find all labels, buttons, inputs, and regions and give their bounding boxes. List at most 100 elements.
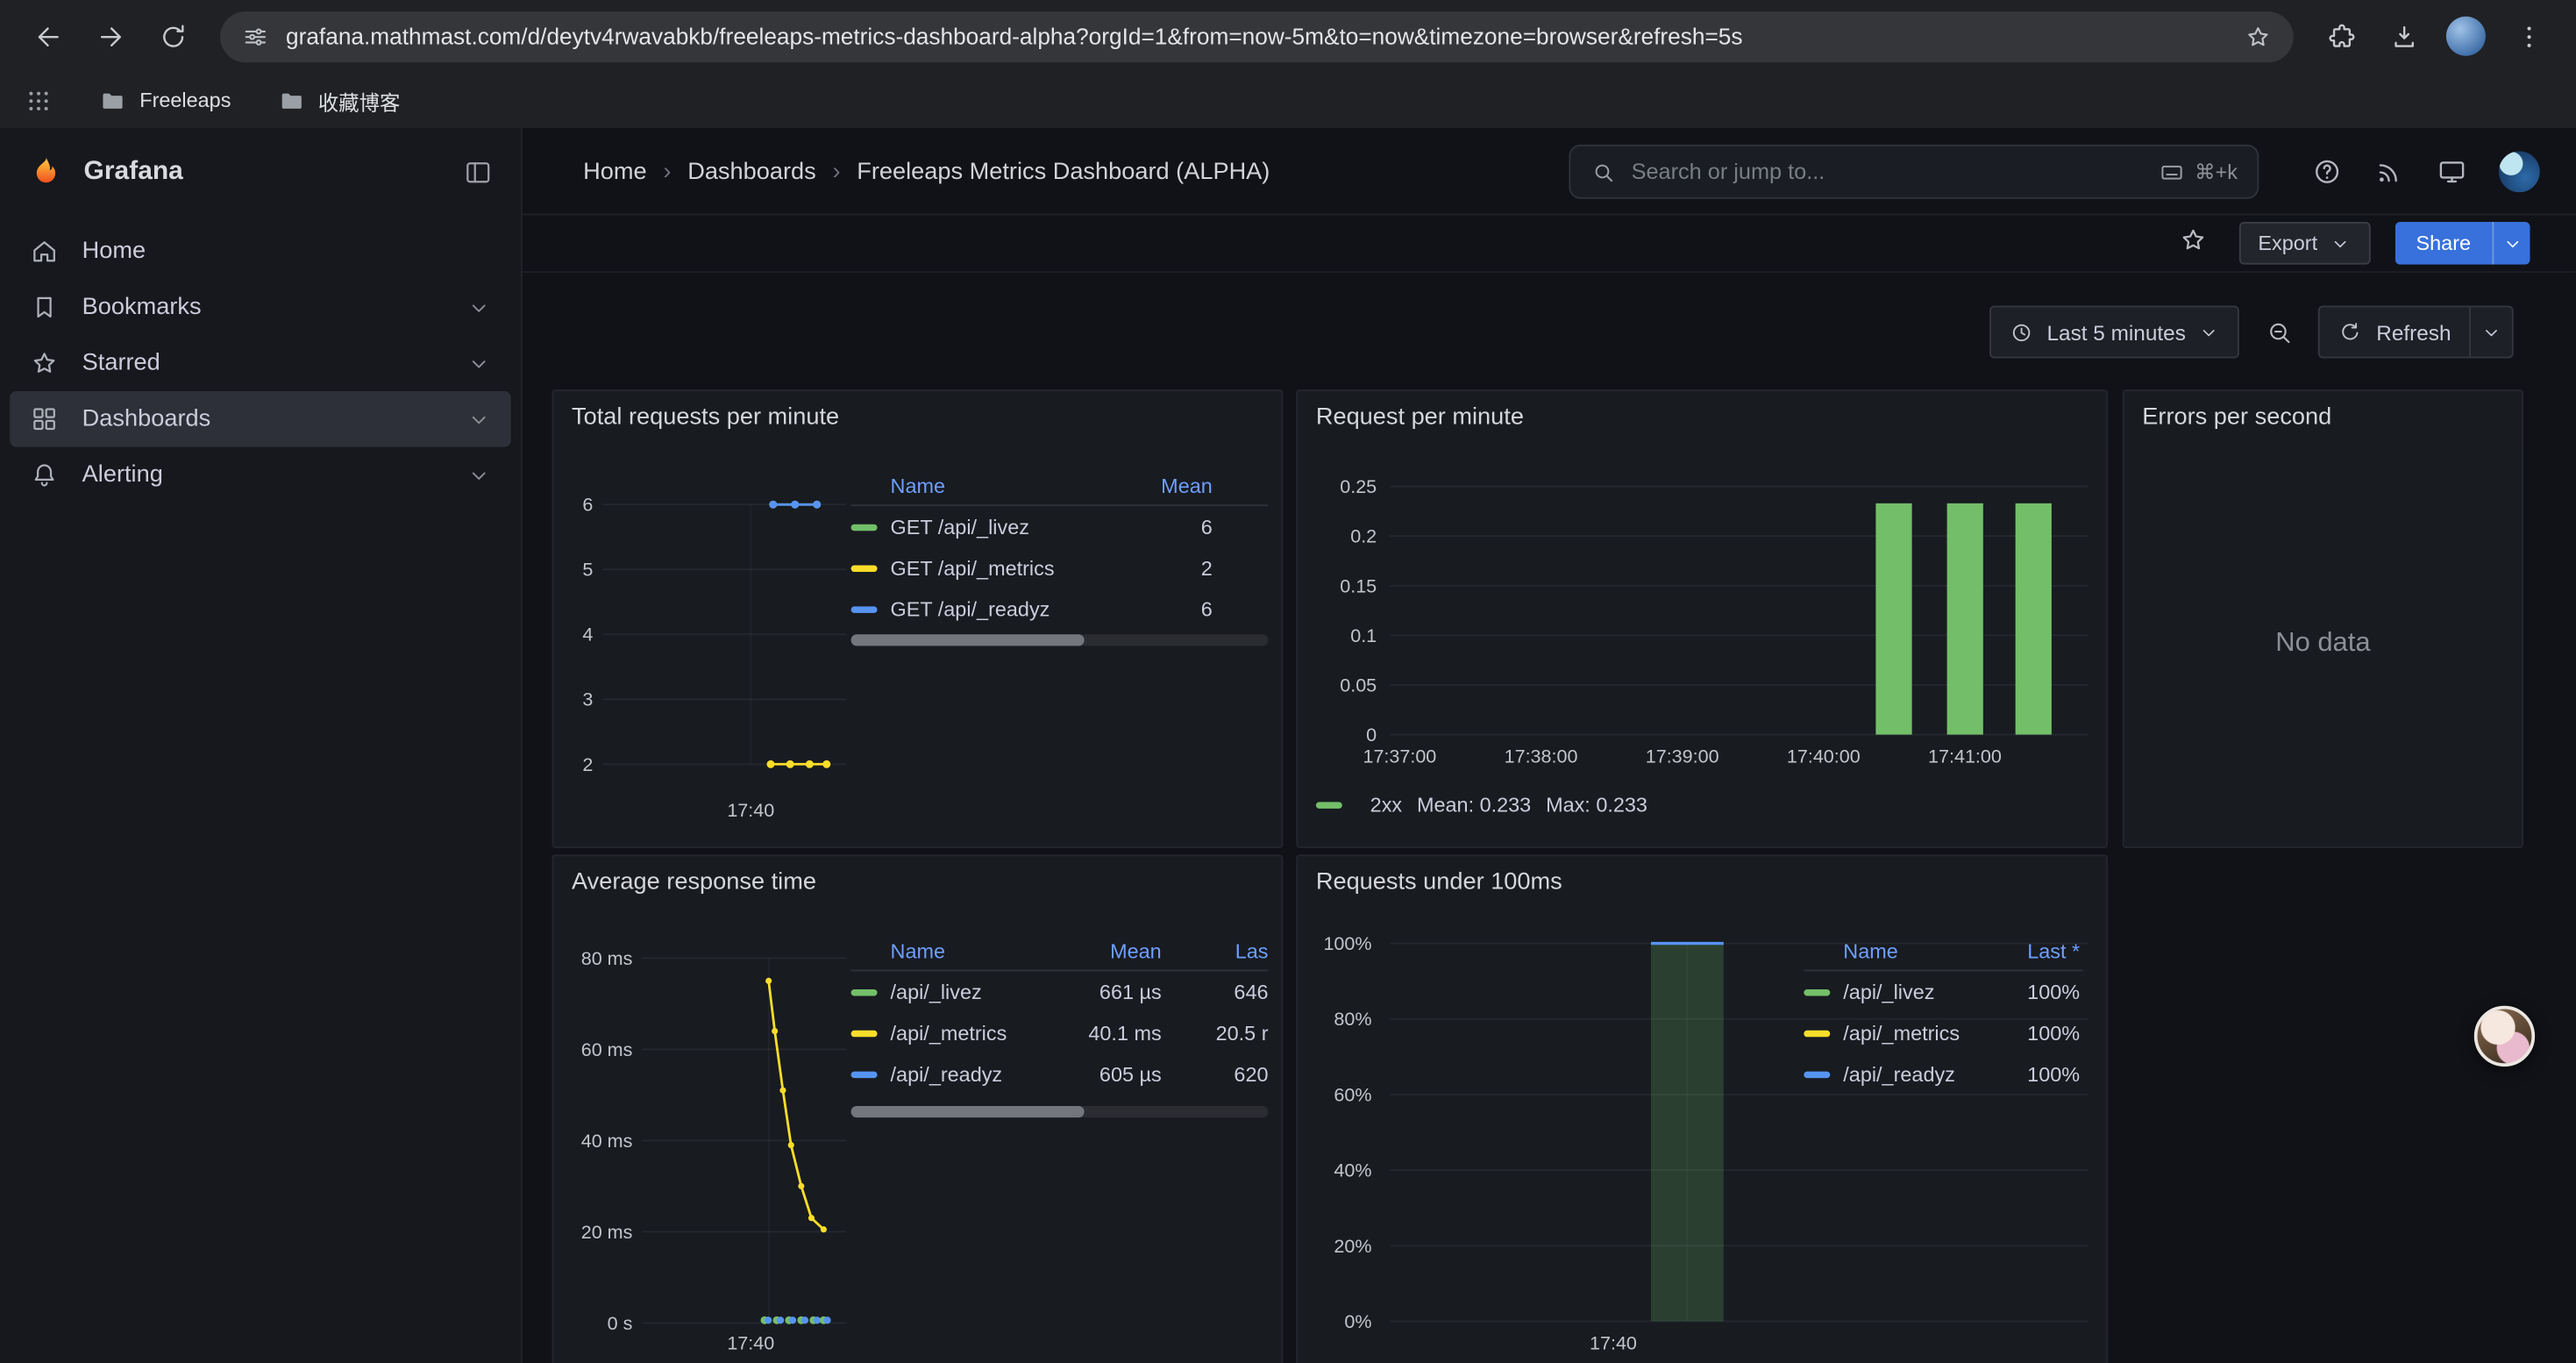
panel-title[interactable]: Requests under 100ms — [1316, 869, 1562, 896]
svg-text:5: 5 — [582, 560, 593, 581]
legend-series-name[interactable]: /api/_metrics — [1843, 1022, 1997, 1045]
breadcrumb-dashboards[interactable]: Dashboards — [687, 159, 815, 185]
legend-col-header[interactable]: Mean — [1121, 475, 1213, 497]
legend-table: NameLast */api/_livez100%/api/_metrics10… — [1804, 931, 2083, 1094]
svg-text:2: 2 — [582, 754, 593, 775]
search-input[interactable] — [1632, 160, 2144, 184]
share-button[interactable]: Share — [2395, 222, 2492, 265]
legend-value: 6 — [1121, 515, 1213, 538]
legend-col-header[interactable]: Last * — [1997, 939, 2080, 962]
legend-series-name[interactable]: GET /api/_metrics — [891, 556, 1121, 579]
legend-series-name[interactable]: /api/_readyz — [891, 1062, 1047, 1085]
app-header: Home › Dashboards › Freeleaps Metrics Da… — [523, 128, 2576, 215]
time-range-picker[interactable]: Last 5 minutes — [1989, 306, 2240, 359]
legend-table: NameMeanLas/api/_livez661 µs646/api/_met… — [851, 931, 1269, 1094]
site-settings-icon[interactable] — [241, 22, 269, 50]
export-label: Export — [2258, 232, 2317, 254]
search-bar[interactable]: ⌘+k — [1569, 145, 2259, 199]
bookmark-star-icon[interactable] — [2244, 22, 2272, 50]
downloads-icon[interactable] — [2379, 11, 2428, 61]
svg-text:17:40: 17:40 — [727, 1332, 774, 1353]
scrollbar-thumb[interactable] — [851, 634, 1085, 646]
panel-title[interactable]: Average response time — [572, 869, 816, 896]
breadcrumb-home[interactable]: Home — [583, 159, 646, 185]
zoom-out-icon[interactable] — [2253, 306, 2306, 359]
legend-series-name[interactable]: /api/_livez — [1843, 981, 1997, 1003]
chevron-down-icon[interactable] — [466, 462, 491, 487]
legend-series-name[interactable]: 2xx — [1370, 794, 1402, 817]
legend-series-name[interactable]: /api/_livez — [891, 981, 1047, 1003]
monitor-icon[interactable] — [2437, 156, 2468, 188]
legend-col-header[interactable]: Las — [1162, 939, 1269, 962]
star-icon — [30, 348, 60, 378]
svg-text:0.15: 0.15 — [1340, 575, 1377, 596]
panel-title[interactable]: Total requests per minute — [572, 404, 839, 431]
sidebar-item-label: Home — [82, 239, 146, 265]
grafana-logo-icon[interactable] — [28, 153, 64, 189]
series-swatch-icon — [851, 565, 878, 571]
legend-col-header[interactable]: Mean — [1047, 939, 1162, 962]
header-icons — [2311, 128, 2539, 215]
time-range-label: Last 5 minutes — [2046, 319, 2185, 344]
sidebar-item-home[interactable]: Home — [10, 224, 510, 280]
refresh-interval-caret[interactable] — [2471, 306, 2514, 359]
legend-item-2xx[interactable]: 2xx Mean: 0.233 Max: 0.233 — [1316, 794, 1647, 817]
legend-scrollbar[interactable] — [851, 1106, 1269, 1117]
sidebar-item-dashboards[interactable]: Dashboards — [10, 391, 510, 447]
assistant-floating-avatar[interactable] — [2474, 1006, 2535, 1067]
forward-icon[interactable] — [85, 11, 134, 61]
legend-col-header[interactable]: Name — [1804, 939, 1997, 962]
svg-text:17:37:00: 17:37:00 — [1363, 746, 1436, 767]
svg-text:20%: 20% — [1334, 1236, 1371, 1257]
chevron-down-icon — [2329, 232, 2350, 253]
legend-value: 100% — [1997, 981, 2080, 1003]
bookmark-item[interactable]: Freeleaps — [98, 86, 231, 114]
legend-series-name[interactable]: /api/_metrics — [891, 1022, 1047, 1045]
chevron-down-icon[interactable] — [466, 351, 491, 375]
bookmark-item[interactable]: 收藏博客 — [277, 84, 401, 116]
legend-col-header[interactable]: Name — [851, 939, 1047, 962]
browser-toolbar: grafana.mathmast.com/d/deytv4rwavabkb/fr… — [0, 0, 2576, 72]
sidebar: Grafana HomeBookmarksStarredDashboardsAl… — [0, 128, 523, 1363]
help-icon[interactable] — [2311, 156, 2343, 188]
scrollbar-thumb[interactable] — [851, 1106, 1085, 1117]
profile-avatar[interactable] — [2441, 11, 2490, 61]
news-rss-icon[interactable] — [2373, 156, 2405, 188]
legend-scrollbar[interactable] — [851, 634, 1269, 646]
legend-series-name[interactable]: /api/_readyz — [1843, 1062, 1997, 1085]
svg-text:6: 6 — [582, 495, 593, 516]
url-bar[interactable]: grafana.mathmast.com/d/deytv4rwavabkb/fr… — [220, 11, 2294, 61]
export-button[interactable]: Export — [2238, 222, 2370, 265]
legend-col-header[interactable]: Name — [851, 475, 1121, 497]
dock-sidebar-icon[interactable] — [463, 157, 493, 187]
url-text[interactable]: grafana.mathmast.com/d/deytv4rwavabkb/fr… — [286, 23, 2228, 49]
bar-chart[interactable]: 0.250.20.150.10.05017:37:0017:38:0017:39… — [1298, 440, 2099, 835]
chevron-down-icon[interactable] — [466, 407, 491, 432]
chevron-down-icon[interactable] — [466, 295, 491, 319]
share-button-group: Share — [2395, 222, 2530, 265]
browser-menu-icon[interactable] — [2504, 11, 2553, 61]
sidebar-item-starred[interactable]: Starred — [10, 335, 510, 391]
timeseries-chart[interactable]: 80 ms60 ms40 ms20 ms0 s17:40 — [553, 905, 849, 1363]
panel-title[interactable]: Errors per second — [2142, 404, 2331, 431]
back-icon[interactable] — [23, 11, 72, 61]
bookmark-label: Freeleaps — [139, 89, 231, 111]
share-menu-caret[interactable] — [2492, 222, 2530, 265]
reload-icon[interactable] — [148, 11, 197, 61]
svg-text:0.05: 0.05 — [1340, 674, 1377, 696]
refresh-button[interactable]: Refresh — [2319, 306, 2471, 359]
timeseries-chart[interactable]: 6543217:40 — [553, 440, 849, 843]
sidebar-item-alerting[interactable]: Alerting — [10, 447, 510, 503]
extensions-icon[interactable] — [2316, 11, 2366, 61]
time-controls: Last 5 minutes Refresh — [1989, 306, 2514, 359]
svg-text:60 ms: 60 ms — [581, 1039, 633, 1060]
legend-series-name[interactable]: GET /api/_readyz — [891, 597, 1121, 620]
panel-title[interactable]: Request per minute — [1316, 404, 1524, 431]
apps-grid-icon[interactable] — [25, 86, 53, 114]
favorite-star-icon[interactable] — [2178, 225, 2214, 261]
legend-series-name[interactable]: GET /api/_livez — [891, 515, 1121, 538]
sidebar-item-bookmarks[interactable]: Bookmarks — [10, 280, 510, 336]
user-avatar[interactable] — [2499, 151, 2540, 192]
legend-row: GET /api/_readyz6 — [851, 589, 1269, 630]
series-swatch-icon — [851, 988, 878, 995]
